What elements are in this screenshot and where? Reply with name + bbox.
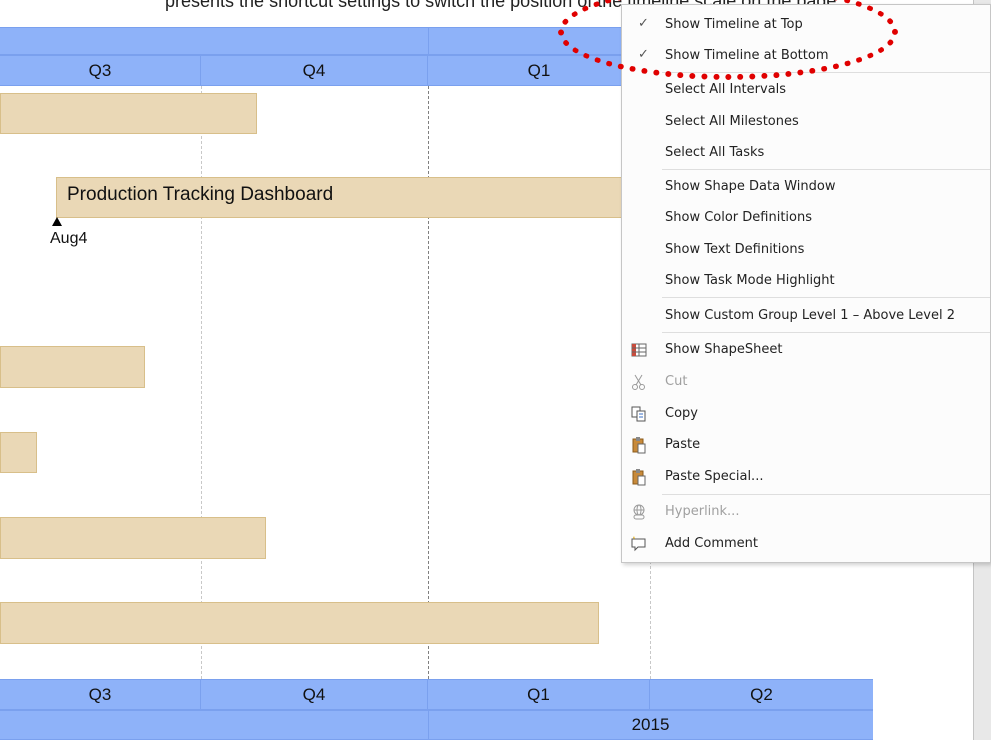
checkmark-icon: ✓ <box>638 16 649 31</box>
menu-item-show-custom-group-level[interactable]: Show Custom Group Level 1 – Above Level … <box>622 301 990 331</box>
menu-item-select-all-milestones[interactable]: Select All Milestones <box>622 107 990 137</box>
scissors-icon <box>630 373 648 391</box>
menu-item-label: Show Task Mode Highlight <box>665 273 835 288</box>
task-bar[interactable] <box>0 602 599 644</box>
hyperlink-icon <box>630 503 648 521</box>
menu-item-label: Select All Intervals <box>665 82 787 97</box>
task-bar[interactable] <box>0 432 37 473</box>
menu-separator <box>662 494 990 495</box>
menu-item-label: Show Shape Data Window <box>665 179 836 194</box>
task-bar[interactable] <box>0 346 145 388</box>
paste-special-icon <box>630 468 648 486</box>
task-bar-main[interactable]: Production Tracking Dashboard <box>56 177 636 218</box>
menu-item-show-text-definitions[interactable]: Show Text Definitions <box>622 235 990 265</box>
menu-item-label: Cut <box>665 374 688 389</box>
menu-item-hyperlink[interactable]: Hyperlink... <box>622 497 990 527</box>
menu-item-show-timeline-top[interactable]: ✓ Show Timeline at Top <box>622 10 990 40</box>
menu-item-label: Show Timeline at Top <box>665 17 803 32</box>
shapesheet-icon <box>630 341 648 359</box>
menu-item-show-shapesheet[interactable]: Show ShapeSheet <box>622 335 990 365</box>
timeline-quarter-band-bottom[interactable]: Q3 Q4 Q1 Q2 <box>0 679 873 710</box>
quarter-cell: Q3 <box>0 680 201 709</box>
menu-item-label: Paste Special... <box>665 469 764 484</box>
timeline-year-band-bottom[interactable]: 2015 <box>0 710 873 740</box>
menu-separator <box>662 72 990 73</box>
menu-item-show-shape-data-window[interactable]: Show Shape Data Window <box>622 172 990 202</box>
quarter-cell: Q1 <box>527 61 551 80</box>
menu-item-paste-special[interactable]: Paste Special... <box>622 462 990 492</box>
menu-item-show-task-mode-highlight[interactable]: Show Task Mode Highlight <box>622 266 990 296</box>
year-gridline <box>428 86 429 679</box>
menu-item-show-color-definitions[interactable]: Show Color Definitions <box>622 203 990 233</box>
menu-item-cut[interactable]: Cut <box>622 367 990 397</box>
menu-item-select-all-tasks[interactable]: Select All Tasks <box>622 138 990 168</box>
task-bar[interactable] <box>0 93 257 134</box>
menu-item-label: Hyperlink... <box>665 504 740 519</box>
quarter-cell: Q3 <box>0 56 201 85</box>
menu-item-select-all-intervals[interactable]: Select All Intervals <box>622 75 990 105</box>
menu-item-label: Select All Milestones <box>665 114 799 129</box>
menu-item-label: Copy <box>665 406 698 421</box>
menu-item-show-timeline-bottom[interactable]: ✓ Show Timeline at Bottom <box>622 41 990 71</box>
quarter-gridline <box>201 86 202 679</box>
menu-item-label: Paste <box>665 437 701 452</box>
checkmark-icon: ✓ <box>638 47 649 62</box>
task-bar[interactable] <box>0 517 266 559</box>
quarter-cell: Q2 <box>750 685 773 704</box>
menu-separator <box>662 297 990 298</box>
year-label: 2015 <box>631 715 670 734</box>
milestone-label: Aug4 <box>50 230 88 247</box>
paste-icon <box>630 436 648 454</box>
copy-icon <box>630 405 648 423</box>
menu-separator <box>662 332 990 333</box>
menu-item-label: Select All Tasks <box>665 145 765 160</box>
context-menu: ✓ Show Timeline at Top ✓ Show Timeline a… <box>621 4 991 563</box>
menu-item-label: Show Text Definitions <box>665 242 805 257</box>
year-separator <box>428 28 429 54</box>
menu-item-label: Show Timeline at Bottom <box>665 48 829 63</box>
quarter-cell: Q1 <box>428 680 650 709</box>
menu-item-paste[interactable]: Paste <box>622 430 990 460</box>
menu-item-add-comment[interactable]: Add Comment <box>622 529 990 559</box>
menu-item-label: Add Comment <box>665 536 758 551</box>
quarter-cell: Q4 <box>201 56 428 85</box>
milestone-marker[interactable] <box>52 217 62 226</box>
menu-item-copy[interactable]: Copy <box>622 399 990 429</box>
menu-separator <box>662 169 990 170</box>
quarter-cell: Q4 <box>201 680 428 709</box>
menu-item-label: Show Color Definitions <box>665 210 813 225</box>
comment-icon <box>630 535 648 553</box>
task-label: Production Tracking Dashboard <box>67 184 334 205</box>
menu-item-label: Show ShapeSheet <box>665 342 783 357</box>
menu-item-label: Show Custom Group Level 1 – Above Level … <box>665 308 955 323</box>
